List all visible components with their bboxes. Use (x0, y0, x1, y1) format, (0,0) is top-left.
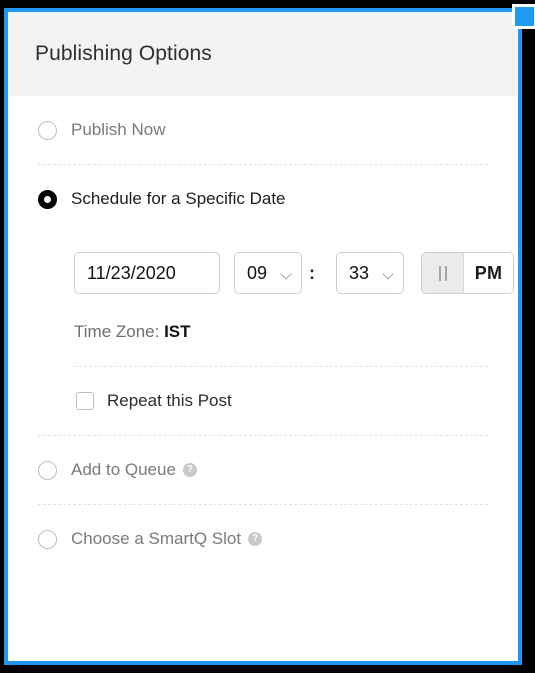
pause-bar-right-icon (444, 265, 447, 281)
desktop-backdrop: Publishing Options Publish Now Schedule … (0, 0, 535, 673)
hour-value: 09 (247, 262, 268, 283)
meridiem-toggle[interactable]: PM (421, 252, 514, 294)
schedule-detail: 09 : 33 PM (8, 233, 518, 366)
hour-select[interactable]: 09 (234, 252, 302, 294)
window-resize-handle[interactable] (512, 4, 535, 29)
panel-header: Publishing Options (8, 12, 518, 96)
option-publish-now[interactable]: Publish Now (8, 96, 518, 164)
repeat-post-row[interactable]: Repeat this Post (8, 367, 518, 435)
panel-body: Publish Now Schedule for a Specific Date… (8, 96, 518, 573)
radio-schedule[interactable] (38, 189, 57, 209)
option-add-to-queue-label: Add to Queue (71, 460, 176, 479)
pause-bar-left-icon (438, 265, 441, 281)
timezone-row: Time Zone: IST (74, 298, 518, 366)
minute-value: 33 (349, 262, 370, 283)
datetime-row: 09 : 33 PM (74, 233, 518, 298)
date-input[interactable] (74, 252, 220, 294)
radio-smartq-slot[interactable] (38, 529, 57, 549)
publishing-options-panel: Publishing Options Publish Now Schedule … (4, 8, 522, 665)
meridiem-am-segment[interactable] (422, 253, 464, 293)
timezone-label: Time Zone: (74, 322, 160, 341)
timezone-value: IST (164, 322, 191, 341)
meridiem-pm-segment[interactable]: PM (464, 253, 513, 293)
repeat-post-label: Repeat this Post (107, 391, 232, 410)
option-smartq-slot-label: Choose a SmartQ Slot (71, 529, 242, 548)
radio-add-to-queue[interactable] (38, 460, 57, 480)
radio-publish-now[interactable] (38, 120, 57, 140)
option-schedule-label: Schedule for a Specific Date (71, 189, 286, 208)
time-separator: : (309, 262, 315, 283)
page-title: Publishing Options (35, 42, 212, 65)
option-publish-now-label: Publish Now (71, 120, 166, 139)
help-icon[interactable]: ? (182, 463, 197, 477)
chevron-down-icon (281, 270, 292, 277)
option-add-to-queue[interactable]: Add to Queue ? (8, 436, 518, 504)
chevron-down-icon (383, 270, 394, 277)
minute-select[interactable]: 33 (336, 252, 404, 294)
repeat-post-checkbox[interactable] (76, 392, 94, 410)
help-icon[interactable]: ? (248, 532, 263, 546)
option-schedule[interactable]: Schedule for a Specific Date (8, 165, 518, 233)
option-smartq-slot[interactable]: Choose a SmartQ Slot ? (8, 505, 518, 573)
